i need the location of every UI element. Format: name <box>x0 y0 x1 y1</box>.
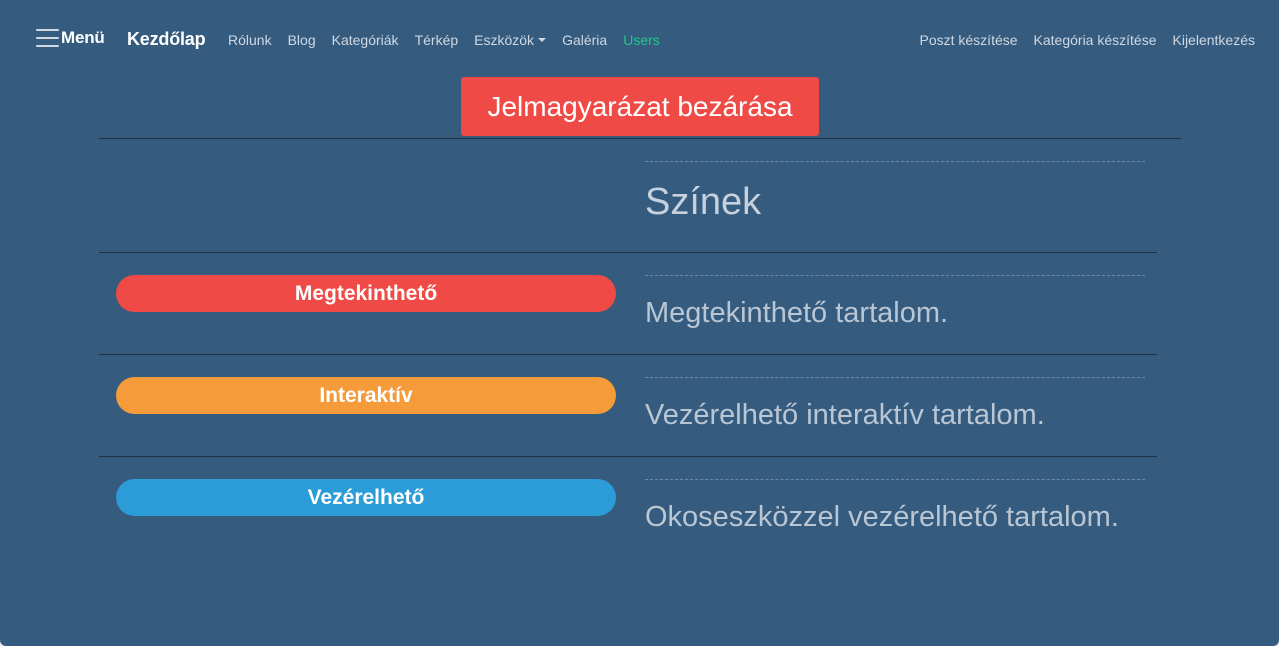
dashed-divider <box>645 161 1145 162</box>
description-interactive: Vezérelhető interaktív tartalom. <box>645 399 1045 431</box>
nav-link-galeria[interactable]: Galéria <box>562 32 607 48</box>
hamburger-icon <box>36 29 59 47</box>
description-viewable: Megtekinthető tartalom. <box>645 297 949 329</box>
brand-home-link[interactable]: Kezdőlap <box>127 29 206 50</box>
caret-down-icon <box>538 38 547 43</box>
create-category-link[interactable]: Kategória készítése <box>1034 32 1157 48</box>
nav-right-links: Poszt készítése Kategória készítése Kije… <box>903 32 1255 48</box>
badge-interactive: Interaktív <box>116 377 616 414</box>
legend-row-controllable: Vezérelhető Okoseszközzel vezérelhető ta… <box>99 457 1157 587</box>
nav-dropdown-eszkozok[interactable]: Eszközök <box>474 32 547 48</box>
create-post-link[interactable]: Poszt készítése <box>919 32 1017 48</box>
legend-table: Színek Megtekinthető Megtekinthető tarta… <box>99 139 1157 587</box>
nav-link-terkep[interactable]: Térkép <box>415 32 459 48</box>
nav-links: Rólunk Blog Kategóriák Térkép Eszközök G… <box>228 32 676 48</box>
dashed-divider <box>645 275 1145 276</box>
menu-toggle-button[interactable]: Menü <box>36 28 105 48</box>
nav-link-blog[interactable]: Blog <box>288 32 316 48</box>
nav-link-users[interactable]: Users <box>623 32 660 48</box>
dashed-divider <box>645 377 1145 378</box>
close-legend-button[interactable]: Jelmagyarázat bezárása <box>461 77 819 136</box>
dashed-divider <box>645 479 1145 480</box>
logout-link[interactable]: Kijelentkezés <box>1173 32 1256 48</box>
legend-heading: Színek <box>645 181 762 223</box>
badge-viewable: Megtekinthető <box>116 275 616 312</box>
navbar: Menü Kezdőlap Rólunk Blog Kategóriák Tér… <box>0 0 1279 80</box>
nav-link-kategoriak[interactable]: Kategóriák <box>332 32 399 48</box>
page-frame: Menü Kezdőlap Rólunk Blog Kategóriák Tér… <box>0 0 1279 646</box>
menu-label: Menü <box>61 28 105 47</box>
nav-dropdown-label: Eszközök <box>474 32 535 48</box>
description-controllable: Okoseszközzel vezérelhető tartalom. <box>645 501 1119 533</box>
legend-row-interactive: Interaktív Vezérelhető interaktív tartal… <box>99 355 1157 457</box>
legend-header-row: Színek <box>99 139 1157 253</box>
nav-link-rolunk[interactable]: Rólunk <box>228 32 272 48</box>
badge-controllable: Vezérelhető <box>116 479 616 516</box>
legend-row-viewable: Megtekinthető Megtekinthető tartalom. <box>99 253 1157 355</box>
